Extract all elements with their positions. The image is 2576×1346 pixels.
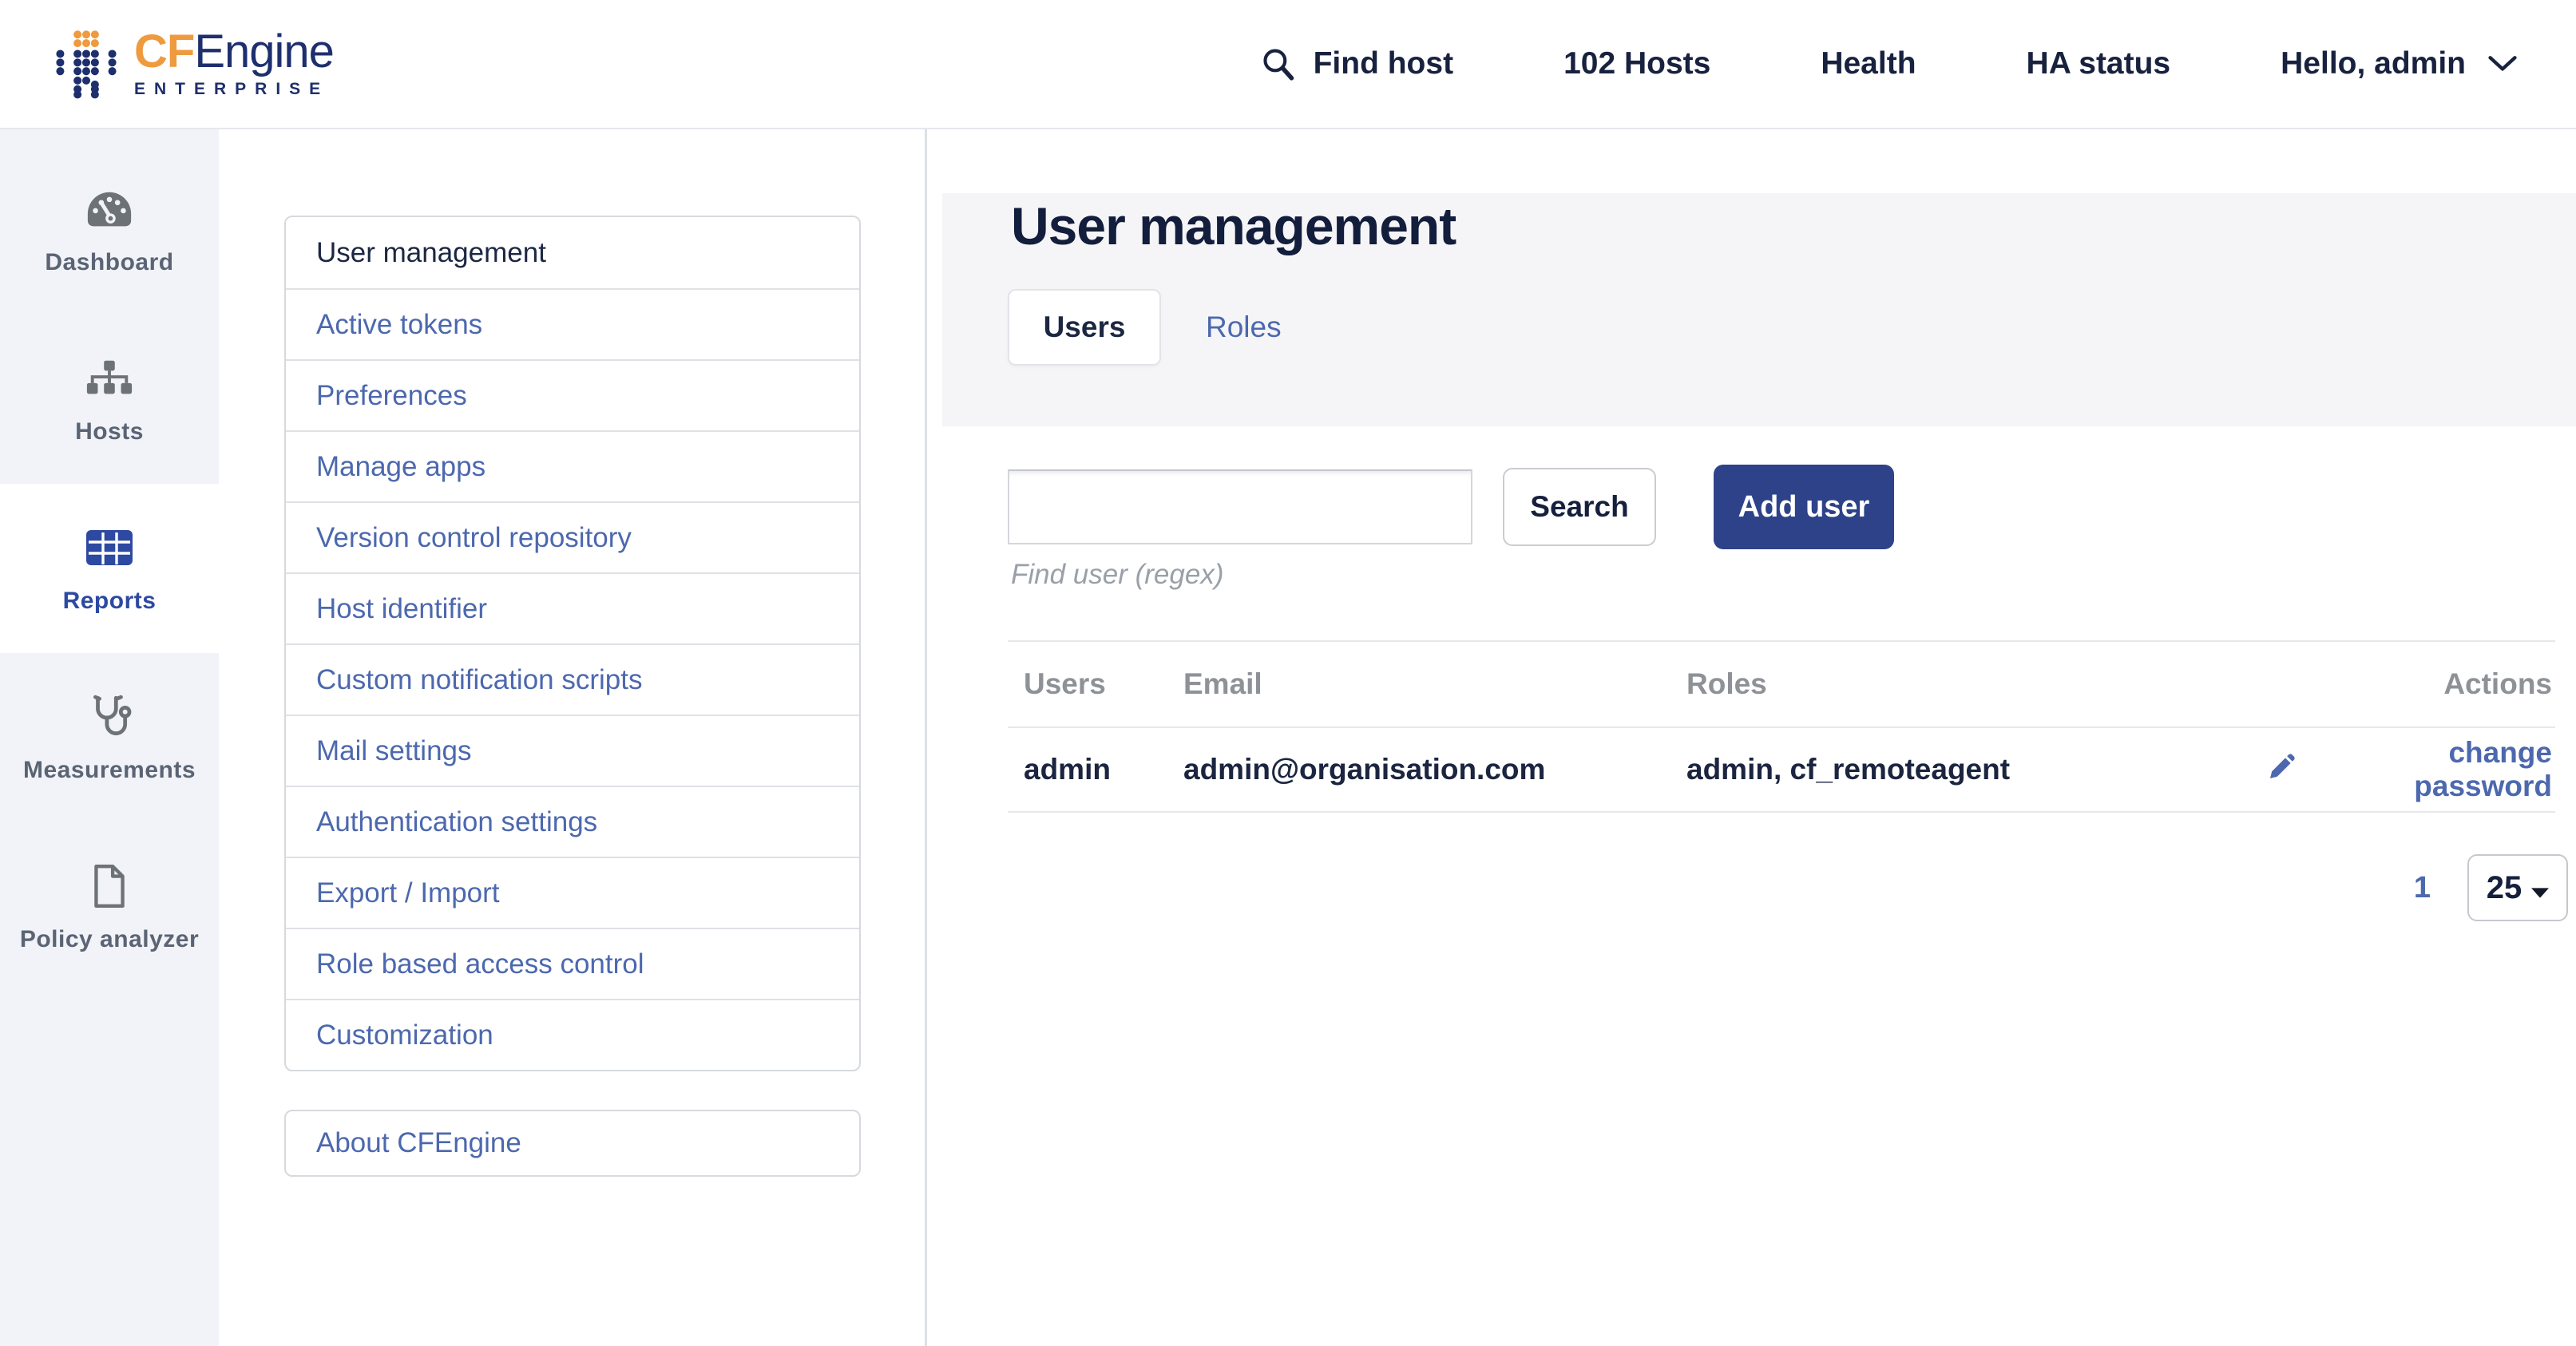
settings-menu-card: User management Active tokens Preference… xyxy=(284,216,861,1071)
sidebar-label-dashboard: Dashboard xyxy=(45,249,173,276)
sidebar-item-dashboard[interactable]: Dashboard xyxy=(0,145,219,315)
tab-users[interactable]: Users xyxy=(1008,289,1161,366)
change-password-label: change password xyxy=(2311,736,2552,803)
sidebar-label-measurements: Measurements xyxy=(23,757,196,784)
sidebar-label-policy-analyzer: Policy analyzer xyxy=(20,926,199,953)
caret-down-icon xyxy=(2531,870,2549,906)
search-icon xyxy=(1261,46,1296,81)
page-title: User management xyxy=(1011,200,1456,252)
settings-item-export-import[interactable]: Export / Import xyxy=(286,857,859,928)
chevron-down-icon xyxy=(2488,55,2517,73)
logo-subtitle: ENTERPRISE xyxy=(134,80,334,99)
settings-item-version-control-repository[interactable]: Version control repository xyxy=(286,501,859,572)
settings-item-customization[interactable]: Customization xyxy=(286,999,859,1070)
nav-hosts-count[interactable]: 102 Hosts xyxy=(1563,46,1710,81)
settings-item-mail-settings[interactable]: Mail settings xyxy=(286,715,859,786)
sidebar-item-measurements[interactable]: Measurements xyxy=(0,653,219,822)
sidebar-label-hosts: Hosts xyxy=(75,418,144,445)
page-size-dropdown[interactable]: 25 xyxy=(2467,854,2568,921)
page-size-value: 25 xyxy=(2487,870,2522,906)
find-user-input[interactable] xyxy=(1008,469,1472,544)
stethoscope-icon xyxy=(86,691,133,742)
settings-item-user-management[interactable]: User management xyxy=(286,217,859,288)
pagination: 1 25 xyxy=(2414,854,2568,921)
cell-email: admin@organisation.com xyxy=(1183,753,1686,786)
col-header-roles: Roles xyxy=(1686,667,2268,701)
pencil-icon xyxy=(2268,752,2297,788)
settings-item-custom-notification-scripts[interactable]: Custom notification scripts xyxy=(286,643,859,715)
cfengine-mission-portal: CFEngine ENTERPRISE Find host 102 Hosts … xyxy=(0,0,2576,1346)
nav-find-host[interactable]: Find host xyxy=(1261,46,1453,81)
settings-item-authentication-settings[interactable]: Authentication settings xyxy=(286,786,859,857)
main-content: User management Users Roles Search Add u… xyxy=(929,129,2576,1346)
settings-item-manage-apps[interactable]: Manage apps xyxy=(286,430,859,501)
nav-user-menu[interactable]: Hello, admin xyxy=(2281,46,2517,81)
settings-item-about-cfengine[interactable]: About CFEngine xyxy=(284,1110,861,1177)
cfengine-robot-icon xyxy=(56,22,117,105)
add-user-button[interactable]: Add user xyxy=(1714,465,1894,549)
search-button[interactable]: Search xyxy=(1503,468,1656,546)
col-header-users: Users xyxy=(1008,667,1183,701)
nav-health[interactable]: Health xyxy=(1821,46,1916,81)
panel-divider xyxy=(925,129,927,1346)
settings-item-active-tokens[interactable]: Active tokens xyxy=(286,288,859,359)
gauge-icon xyxy=(85,184,134,235)
settings-item-host-identifier[interactable]: Host identifier xyxy=(286,572,859,643)
col-header-actions: Actions xyxy=(2268,667,2555,701)
logo-engine: Engine xyxy=(194,26,334,77)
tab-bar: Users Roles xyxy=(1008,289,1282,366)
cell-user: admin xyxy=(1008,753,1183,786)
cell-roles: admin, cf_remoteagent xyxy=(1686,753,2268,786)
cfengine-logo-text: CFEngine ENTERPRISE xyxy=(134,29,334,99)
top-navbar: CFEngine ENTERPRISE Find host 102 Hosts … xyxy=(0,0,2576,129)
table-grid-icon xyxy=(85,522,133,573)
users-table-header: Users Email Roles Actions xyxy=(1008,640,2555,728)
nav-find-host-label: Find host xyxy=(1314,46,1453,81)
logo-cf: CF xyxy=(134,26,194,77)
table-row: admin admin@organisation.com admin, cf_r… xyxy=(1008,728,2555,813)
find-user-hint: Find user (regex) xyxy=(1011,559,1223,591)
sidebar-label-reports: Reports xyxy=(63,588,157,615)
users-table: Users Email Roles Actions admin admin@or… xyxy=(1008,640,2555,813)
sitemap-icon xyxy=(85,353,134,404)
cfengine-logo[interactable]: CFEngine ENTERPRISE xyxy=(56,22,334,105)
main-sidebar: Dashboard Hosts xyxy=(0,129,219,1346)
sidebar-item-reports[interactable]: Reports xyxy=(0,484,219,653)
settings-item-preferences[interactable]: Preferences xyxy=(286,359,859,430)
page-number[interactable]: 1 xyxy=(2414,871,2431,905)
change-password-link[interactable]: change password xyxy=(2268,736,2552,803)
settings-item-role-based-access-control[interactable]: Role based access control xyxy=(286,928,859,999)
sidebar-item-policy-analyzer[interactable]: Policy analyzer xyxy=(0,822,219,992)
file-icon xyxy=(91,861,128,912)
top-navigation: Find host 102 Hosts Health HA status Hel… xyxy=(1261,46,2517,81)
sidebar-item-hosts[interactable]: Hosts xyxy=(0,315,219,484)
user-search-row: Search Add user xyxy=(1008,465,1894,549)
nav-user-greeting: Hello, admin xyxy=(2281,46,2466,81)
col-header-email: Email xyxy=(1183,667,1686,701)
tab-roles[interactable]: Roles xyxy=(1206,311,1282,344)
nav-ha-status[interactable]: HA status xyxy=(2027,46,2171,81)
